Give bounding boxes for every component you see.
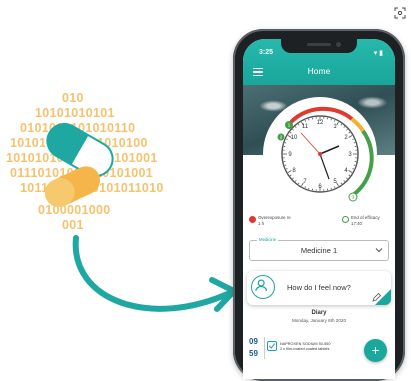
clock-tick — [352, 139, 353, 140]
diary-title: Diary — [243, 310, 395, 316]
add-button[interactable]: + — [364, 339, 387, 362]
status-time: 3:25 — [259, 49, 273, 56]
legend-label: End of efficacy — [351, 215, 380, 221]
diary-entry[interactable]: 09 59 NAPROXEN SODIUM 50-550 2 x film-co… — [247, 335, 357, 363]
clock-tick — [334, 120, 335, 121]
medicine-field-label: Medicine — [257, 237, 278, 242]
clock-tick — [286, 168, 287, 169]
clock-tick — [305, 120, 306, 121]
legend-value: 17:40 — [351, 221, 380, 227]
legend-value: 1 h — [258, 221, 291, 227]
phone-screen: 3:25 ▾ ▮ Home 12 1 2 3 4 5 6 7 8 9 — [243, 39, 395, 379]
checkbox-icon[interactable] — [267, 341, 277, 351]
legend-end-of-efficacy: End of efficacy 17:40 — [342, 215, 380, 226]
chevron-down-icon — [375, 246, 383, 254]
clock-numeral: 10 — [291, 135, 298, 141]
scan-icon[interactable] — [394, 7, 406, 19]
entry-minute: 59 — [249, 349, 258, 358]
clock-numeral: 11 — [302, 124, 309, 130]
clock-widget: 12 1 2 3 4 5 6 7 8 9 10 11 1 2 — [261, 95, 379, 213]
feel-question: How do I feel now? — [287, 283, 351, 292]
pencil-icon[interactable] — [372, 293, 381, 302]
entry-hour: 09 — [249, 337, 258, 346]
medicine-selected-value: Medicine 1 — [250, 246, 388, 255]
page-title: Home — [243, 66, 395, 76]
how-do-i-feel-card[interactable]: How do I feel now? — [247, 271, 391, 305]
clock-tick — [305, 186, 306, 187]
clock-tick — [334, 186, 335, 187]
legend-label: Overexposure re — [258, 215, 291, 221]
medicine-select[interactable]: Medicine Medicine 1 — [249, 240, 389, 261]
entry-drug-dose: 2 x film-coated coated tablets — [280, 347, 330, 352]
clock-tick — [352, 168, 353, 169]
entry-drug: NAPROXEN SODIUM 50-550 2 x film-coated c… — [280, 342, 330, 352]
red-dot-icon — [249, 216, 256, 223]
phone-frame: 3:25 ▾ ▮ Home 12 1 2 3 4 5 6 7 8 9 — [233, 29, 405, 381]
phone-notch — [281, 39, 357, 53]
diary-date: Monday, January 6th 2020 — [243, 318, 395, 323]
status-icons: ▾ ▮ — [374, 49, 383, 57]
green-clock-icon — [342, 216, 349, 223]
user-icon — [251, 275, 275, 299]
curved-arrow-icon — [76, 238, 232, 309]
clock-numeral: 12 — [317, 120, 324, 126]
legend-overexposure: Overexposure re 1 h — [249, 215, 291, 226]
clock-tick — [286, 139, 287, 140]
entry-divider — [264, 337, 265, 359]
